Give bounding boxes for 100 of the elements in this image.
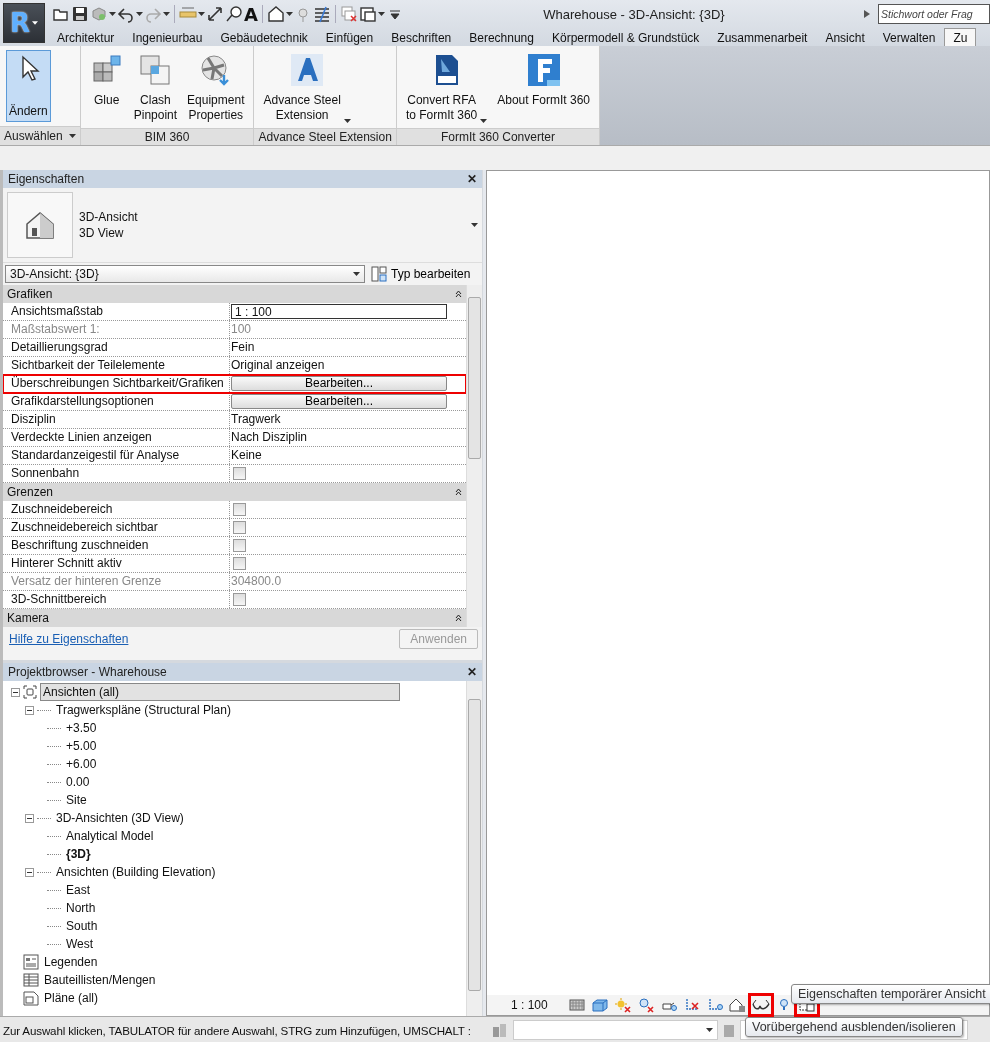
- property-label: Verdeckte Linien anzeigen: [3, 429, 230, 446]
- property-label: Zuschneidebereich: [3, 501, 230, 518]
- ribbon-button[interactable]: Convert RFA to FormIt 360: [402, 50, 491, 126]
- thin-lines-icon[interactable]: [312, 5, 331, 23]
- collapse-icon[interactable]: [455, 614, 462, 622]
- collapse-icon[interactable]: [25, 867, 34, 877]
- collapse-icon[interactable]: [455, 488, 462, 496]
- property-value: Keine: [231, 447, 262, 464]
- property-label: Sonnenbahn: [3, 465, 230, 482]
- ribbon-tab[interactable]: Gebäudetechnik: [211, 28, 317, 46]
- checkbox[interactable]: [233, 557, 246, 570]
- checkbox[interactable]: [233, 467, 246, 480]
- scrollbar[interactable]: [466, 285, 482, 627]
- expand-arrow-icon[interactable]: [864, 10, 870, 18]
- tree-item[interactable]: South: [64, 917, 100, 935]
- undo-icon[interactable]: [117, 5, 135, 23]
- text-tool[interactable]: A: [244, 3, 258, 25]
- property-label: Detaillierungsgrad: [3, 339, 230, 356]
- edit-type-button[interactable]: Typ bearbeiten: [371, 266, 471, 282]
- save-icon[interactable]: [71, 5, 89, 23]
- ribbon-tab[interactable]: Beschriften: [382, 28, 461, 46]
- collapse-icon[interactable]: [455, 290, 462, 298]
- status-text: Zur Auswahl klicken, TABULATOR für andere Auswahl, STRG zum Hinzufügen, UMSCHALT :: [3, 1023, 472, 1037]
- checkbox[interactable]: [233, 503, 246, 516]
- tree-item[interactable]: East: [64, 881, 92, 899]
- property-label: 3D-Schnittbereich: [3, 591, 230, 608]
- property-label: Zuschneidebereich sichtbar: [3, 519, 230, 536]
- ribbon-tab[interactable]: Zusammenarbeit: [708, 28, 817, 46]
- switch-windows-icon[interactable]: [358, 5, 377, 23]
- scrollbar[interactable]: [466, 681, 482, 1016]
- view-selector[interactable]: 3D-Ansicht: {3D}: [5, 265, 365, 283]
- property-label: Disziplin: [3, 411, 230, 428]
- sun-off-icon[interactable]: [613, 997, 632, 1013]
- tree-item[interactable]: Site: [64, 791, 89, 809]
- search-field[interactable]: Stichwort oder Frag: [878, 4, 990, 24]
- ribbon-tab[interactable]: Ingenieurbau: [123, 28, 212, 46]
- checkbox[interactable]: [233, 593, 246, 606]
- edit-button[interactable]: Bearbeiten...: [231, 376, 447, 391]
- ribbon-button[interactable]: Advance Steel Extension: [260, 50, 354, 126]
- checkbox[interactable]: [233, 539, 246, 552]
- value-field[interactable]: 1 : 100: [231, 304, 447, 319]
- dropdown-caret-icon: [377, 12, 385, 16]
- house-icon[interactable]: [266, 5, 285, 23]
- type-name: 3D-Ansicht: [79, 210, 139, 224]
- property-value: Original anzeigen: [231, 357, 325, 374]
- ribbon-button[interactable]: Ändern: [6, 50, 51, 122]
- tree-item[interactable]: +6.00: [64, 755, 99, 773]
- tooltip: Vorübergehend ausblenden/isolieren: [745, 1017, 963, 1037]
- tree-item[interactable]: +3.50: [64, 719, 99, 737]
- collapse-icon[interactable]: [11, 687, 20, 697]
- dropdown-caret-icon: [163, 12, 170, 16]
- group-header[interactable]: Grafiken: [7, 287, 53, 301]
- collapse-icon[interactable]: [25, 705, 34, 715]
- app-menu-button[interactable]: R: [3, 3, 45, 43]
- ribbon-button[interactable]: Clash Pinpoint: [130, 50, 181, 126]
- tree-item[interactable]: Pläne (all): [42, 989, 101, 1007]
- close-icon[interactable]: ✕: [467, 172, 477, 186]
- property-label: Beschriftung zuschneiden: [3, 537, 230, 554]
- tree-item[interactable]: West: [64, 935, 96, 953]
- ribbon-tab[interactable]: Einfügen: [316, 28, 383, 46]
- collapse-icon[interactable]: [25, 813, 34, 823]
- tree-item[interactable]: North: [64, 899, 98, 917]
- grid-icon[interactable]: [567, 997, 586, 1013]
- tree-item[interactable]: Bauteillisten/Mengen: [42, 971, 158, 989]
- checkbox[interactable]: [233, 521, 246, 534]
- close-icon[interactable]: ✕: [467, 665, 477, 679]
- tree-item[interactable]: Analytical Model: [64, 827, 156, 845]
- house-lock-icon[interactable]: [728, 997, 747, 1013]
- tree-item[interactable]: {3D}: [64, 845, 93, 863]
- ribbon-tab[interactable]: Zu: [944, 28, 977, 46]
- ribbon-tab[interactable]: Berechnung: [460, 28, 543, 46]
- scale-label[interactable]: 1 : 100: [511, 998, 548, 1012]
- ribbon-tab[interactable]: Ansicht: [816, 28, 874, 46]
- diagonal-arrow-icon[interactable]: [206, 5, 224, 23]
- tree-item[interactable]: 0.00: [64, 773, 92, 791]
- cube-icon[interactable]: [590, 997, 609, 1013]
- shadows-off-icon[interactable]: [636, 997, 655, 1013]
- property-value: 100: [231, 321, 252, 338]
- help-link[interactable]: Hilfe zu Eigenschaften: [9, 632, 129, 646]
- legend-icon: [23, 954, 39, 970]
- ribbon-tab[interactable]: Verwalten: [873, 28, 945, 46]
- tree-item[interactable]: Ansichten (Building Elevation): [54, 863, 218, 881]
- caret-icon: [706, 1028, 713, 1032]
- tree-item[interactable]: Legenden: [42, 953, 100, 971]
- edit-button[interactable]: Bearbeiten...: [231, 394, 447, 409]
- table-icon: [23, 973, 39, 987]
- ribbon-button[interactable]: Equipment Properties: [184, 50, 248, 126]
- tree-item[interactable]: 3D-Ansichten (3D View): [54, 809, 186, 827]
- tree-item[interactable]: +5.00: [64, 737, 99, 755]
- caret-icon: [32, 21, 38, 25]
- group-header[interactable]: Grenzen: [7, 485, 54, 499]
- panel-title: Projektbrowser - Wharehouse: [8, 665, 167, 679]
- tree-item[interactable]: Ansichten (all): [40, 683, 400, 701]
- tree-item[interactable]: Tragwerkspläne (Structural Plan): [54, 701, 233, 719]
- group-header[interactable]: Kamera: [7, 611, 50, 625]
- ribbon-tab[interactable]: Körpermodell & Grundstück: [542, 28, 709, 46]
- close-windows-icon[interactable]: [339, 5, 358, 23]
- ribbon-button[interactable]: About FormIt 360: [494, 50, 593, 111]
- ribbon-tab[interactable]: Architektur: [48, 28, 124, 46]
- ribbon-button[interactable]: Glue: [86, 50, 127, 111]
